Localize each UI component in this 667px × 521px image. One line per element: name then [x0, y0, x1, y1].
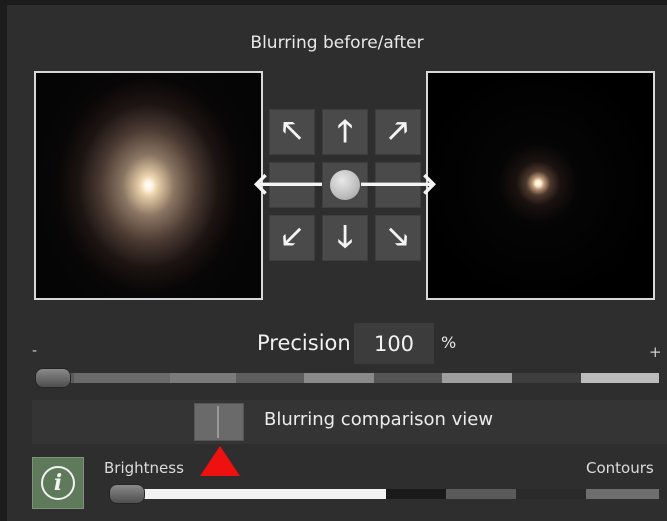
brightness-contours-slider-track[interactable] [116, 489, 659, 499]
arrow-right-button[interactable]: 🡒 [358, 162, 438, 208]
arrow-up-left-button[interactable]: 🡔 [269, 109, 315, 155]
arrow-left-button[interactable]: 🡐 [252, 162, 332, 208]
blurring-panel: Blurring before/after 🡔 🡑 🡕 🡐 🡒 🡗 🡓 🡖 Pr… [7, 5, 667, 521]
info-icon: i [41, 466, 75, 500]
arrow-down-left-icon: 🡗 [282, 220, 302, 255]
arrow-left-icon: 🡐 [251, 167, 333, 202]
direction-pad: 🡔 🡑 🡕 🡐 🡒 🡗 🡓 🡖 [252, 109, 438, 261]
arrow-up-icon: 🡑 [337, 114, 353, 149]
info-button[interactable]: i [32, 457, 84, 509]
after-preview [426, 71, 655, 300]
brightness-label: Brightness [104, 459, 184, 477]
arrow-down-left-button[interactable]: 🡗 [269, 215, 315, 261]
slider-max-label: + [649, 343, 662, 361]
precision-unit: % [441, 333, 457, 352]
comparison-view-toggle[interactable] [194, 403, 244, 441]
comparison-label: Blurring comparison view [264, 409, 494, 430]
red-pointer-arrow-icon [200, 446, 240, 476]
precision-slider-handle[interactable] [35, 368, 71, 388]
arrow-up-right-icon: 🡕 [388, 114, 408, 149]
split-divider-icon [217, 406, 219, 438]
arrow-down-right-button[interactable]: 🡖 [375, 215, 421, 261]
slider-min-label: - [32, 343, 38, 359]
panel-title: Blurring before/after [250, 33, 424, 53]
arrow-up-right-button[interactable]: 🡕 [375, 109, 421, 155]
arrow-down-right-icon: 🡖 [388, 220, 408, 255]
precision-input[interactable]: 100 [354, 323, 434, 364]
arrow-up-left-icon: 🡔 [282, 114, 302, 149]
arrow-up-button[interactable]: 🡑 [322, 109, 368, 155]
arrow-right-icon: 🡒 [357, 167, 439, 202]
arrow-down-icon: 🡓 [337, 220, 353, 255]
precision-slider-track[interactable] [36, 373, 659, 383]
precision-label: Precision [257, 331, 351, 355]
contours-label: Contours [586, 459, 654, 477]
before-preview [34, 71, 263, 300]
center-dot-icon [330, 170, 360, 200]
brightness-slider-handle[interactable] [109, 484, 145, 504]
arrow-down-button[interactable]: 🡓 [322, 215, 368, 261]
